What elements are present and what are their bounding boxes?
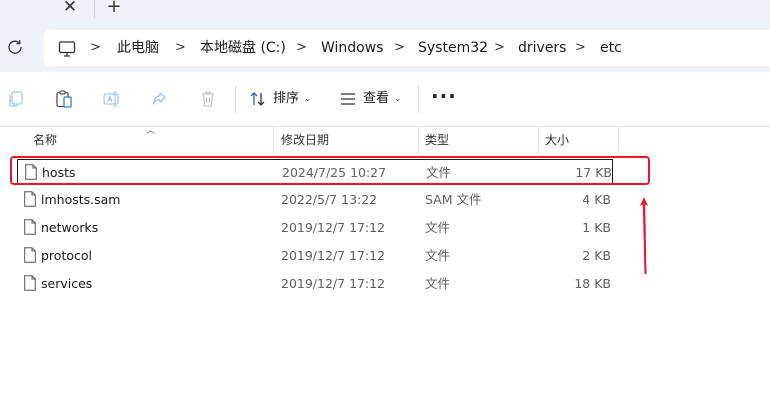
rename-icon[interactable] <box>102 89 122 109</box>
copy-icon[interactable] <box>6 89 26 109</box>
breadcrumb-windows[interactable]: Windows <box>321 30 384 66</box>
sort-icon <box>250 92 265 106</box>
view-icon <box>341 93 355 105</box>
address-bar[interactable]: > 此电脑 > 本地磁盘 (C:) > Windows > System32 >… <box>44 30 770 66</box>
file-modified: 2019/12/7 17:12 <box>281 220 386 235</box>
file-name: protocol <box>41 248 92 263</box>
file-explorer-window: ✕ + > 此电脑 > 本地磁盘 (C:) > Windows > System… <box>0 0 770 418</box>
breadcrumb-separator[interactable]: > <box>494 30 505 66</box>
breadcrumb-separator[interactable]: > <box>575 30 586 66</box>
column-resize-handle[interactable] <box>418 127 419 154</box>
breadcrumb-drivers[interactable]: drivers <box>518 30 566 66</box>
file-row-protocol[interactable]: protocol 2019/12/7 17:12 文件 2 KB <box>17 243 613 269</box>
file-row-networks[interactable]: networks 2019/12/7 17:12 文件 1 KB <box>17 215 613 241</box>
file-size: 1 KB <box>582 220 611 235</box>
column-header-name[interactable]: 名称 <box>33 127 57 154</box>
file-name: lmhosts.sam <box>41 192 121 207</box>
column-header-size[interactable]: 大小 <box>545 127 569 154</box>
file-size: 4 KB <box>582 192 611 207</box>
file-icon <box>24 191 36 207</box>
more-options-button[interactable]: ··· <box>431 86 457 112</box>
breadcrumb-etc[interactable]: etc <box>600 30 622 66</box>
file-type: 文件 <box>425 220 451 235</box>
breadcrumb-this-pc[interactable]: 此电脑 <box>117 30 159 66</box>
file-icon <box>24 275 36 291</box>
address-row: > 此电脑 > 本地磁盘 (C:) > Windows > System32 >… <box>0 24 770 72</box>
file-name: networks <box>41 220 99 235</box>
annotation-highlight-box <box>10 156 650 185</box>
column-resize-handle[interactable] <box>618 127 619 154</box>
sort-label: 排序 <box>273 91 300 106</box>
file-type: SAM 文件 <box>425 192 482 207</box>
delete-icon[interactable] <box>198 89 218 109</box>
chevron-down-icon: ⌄ <box>304 94 312 104</box>
sort-button[interactable]: 排序 ⌄ <box>249 86 319 112</box>
breadcrumb-local-disk[interactable]: 本地磁盘 (C:) <box>200 30 286 66</box>
breadcrumb-separator[interactable]: > <box>90 30 101 66</box>
toolbar-separator <box>235 85 236 113</box>
column-resize-handle[interactable] <box>273 127 274 154</box>
view-label: 查看 <box>363 91 390 106</box>
annotation-arrow-icon <box>640 197 648 274</box>
file-icon <box>24 219 36 235</box>
breadcrumb-separator[interactable]: > <box>296 30 307 66</box>
view-button[interactable]: 查看 ⌄ <box>339 86 409 112</box>
column-resize-handle[interactable] <box>538 127 539 154</box>
file-row-lmhosts-sam[interactable]: lmhosts.sam 2022/5/7 13:22 SAM 文件 4 KB <box>17 187 613 213</box>
tab-divider <box>94 0 95 18</box>
file-type: 文件 <box>425 248 451 263</box>
column-header-row: ︿ 名称 修改日期 类型 大小 <box>0 126 770 154</box>
breadcrumb-system32[interactable]: System32 <box>418 30 488 66</box>
sort-ascending-icon: ︿ <box>146 126 156 136</box>
column-header-type[interactable]: 类型 <box>425 127 449 154</box>
command-bar: 排序 ⌄ 查看 ⌄ ··· <box>0 72 770 127</box>
breadcrumb-separator[interactable]: > <box>175 30 186 66</box>
toolbar-separator <box>418 85 419 113</box>
refresh-icon[interactable] <box>6 38 24 56</box>
file-size: 2 KB <box>582 248 611 263</box>
this-pc-icon[interactable] <box>58 40 76 58</box>
chevron-down-icon: ⌄ <box>394 94 402 104</box>
file-modified: 2022/5/7 13:22 <box>281 192 378 207</box>
paste-icon[interactable] <box>54 89 74 109</box>
file-modified: 2019/12/7 17:12 <box>281 248 386 263</box>
new-tab-button[interactable]: + <box>104 0 124 17</box>
tab-strip: ✕ + <box>0 0 770 24</box>
file-row-services[interactable]: services 2019/12/7 17:12 文件 18 KB <box>17 271 613 297</box>
file-size: 18 KB <box>574 276 611 291</box>
share-icon[interactable] <box>150 89 170 109</box>
file-type: 文件 <box>425 276 451 291</box>
breadcrumb-separator[interactable]: > <box>394 30 405 66</box>
column-header-modified[interactable]: 修改日期 <box>281 127 329 154</box>
file-modified: 2019/12/7 17:12 <box>281 276 386 291</box>
file-icon <box>24 247 36 263</box>
file-name: services <box>41 276 93 291</box>
close-tab-icon[interactable]: ✕ <box>61 0 79 16</box>
